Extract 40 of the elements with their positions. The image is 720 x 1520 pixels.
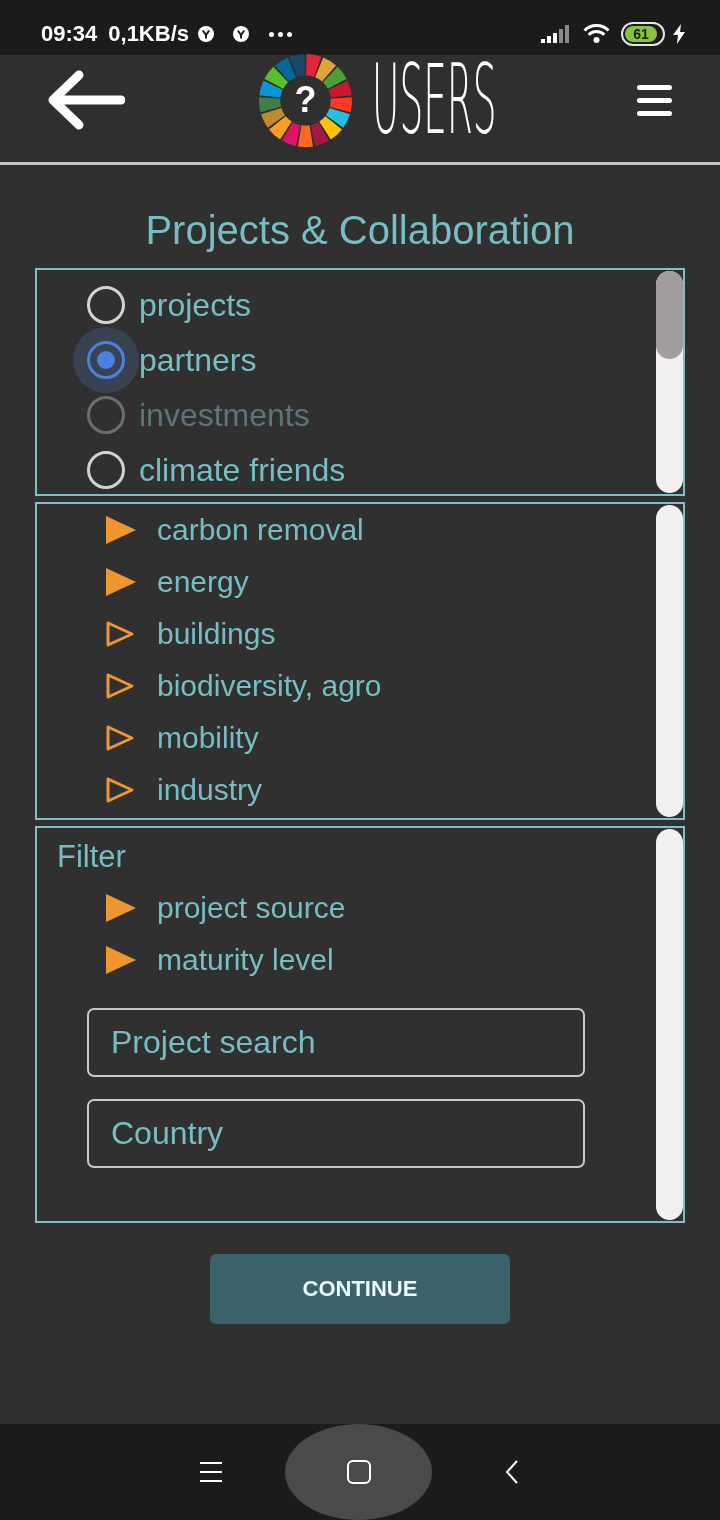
scrollbar-thumb[interactable]: [656, 271, 683, 359]
sector-option[interactable]: industry: [106, 764, 263, 816]
page-title: Projects & Collaboration: [145, 208, 575, 252]
notification-icon: [233, 26, 249, 42]
back-chevron-icon: [505, 1460, 518, 1484]
menu-icon: [637, 84, 672, 116]
sector-option[interactable]: buildings: [106, 608, 276, 660]
recent-apps-button[interactable]: [200, 1462, 222, 1482]
radio-option[interactable]: climate friends: [87, 447, 346, 492]
continue-button[interactable]: CONTINUE: [210, 1254, 510, 1324]
filter-option[interactable]: project source: [106, 882, 346, 934]
scrollbar-track[interactable]: [656, 829, 683, 1220]
sector-option[interactable]: energy: [106, 556, 249, 608]
back-arrow-icon: [48, 70, 125, 130]
clock: 09:34: [41, 23, 98, 45]
filter-option[interactable]: maturity level: [106, 934, 334, 986]
menu-icon: [200, 1462, 222, 1482]
network-speed: 0,1KB/s: [108, 23, 189, 45]
logo-question-mark: ?: [294, 82, 317, 118]
radio-option[interactable]: partners: [73, 326, 257, 393]
scrollbar-track[interactable]: [656, 505, 683, 817]
input-field[interactable]: Project search: [87, 1008, 585, 1077]
square-icon: [346, 1460, 371, 1484]
menu-button[interactable]: [637, 84, 672, 116]
wifi-icon: [583, 23, 610, 45]
color-wheel-icon: [258, 52, 353, 148]
sector-option[interactable]: carbon removal: [106, 504, 364, 556]
signal-icon: [541, 25, 571, 43]
back-button[interactable]: [505, 1460, 518, 1484]
radio-option[interactable]: projects: [87, 282, 252, 327]
input-field[interactable]: Country: [87, 1099, 585, 1168]
sector-option[interactable]: biodiversity, agro: [106, 660, 382, 712]
back-button[interactable]: [48, 70, 125, 130]
charging-bolt-icon: [672, 24, 686, 44]
filter-heading: Filter: [57, 837, 126, 876]
sector-option[interactable]: mobility: [106, 712, 259, 764]
notification-icon: [198, 26, 214, 42]
scrollbar-track[interactable]: [656, 271, 683, 493]
battery-percentage: 61: [633, 27, 649, 41]
more-icon: [269, 31, 292, 37]
